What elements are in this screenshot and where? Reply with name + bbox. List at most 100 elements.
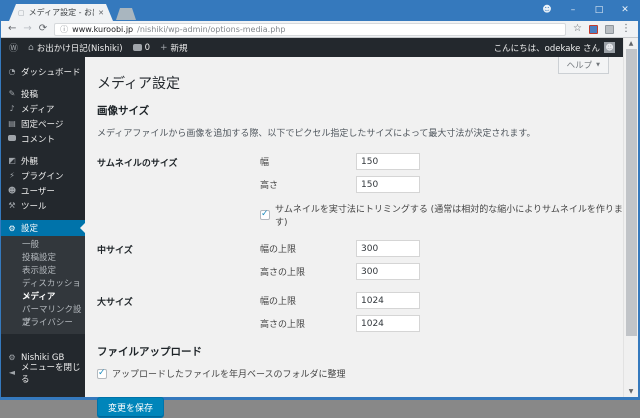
save-changes-button[interactable]: 変更を保存 — [97, 397, 165, 418]
bookmark-star-icon[interactable]: ☆ — [573, 24, 582, 34]
large-size-label: 大サイズ — [97, 298, 133, 308]
sidebar-label: ツール — [21, 201, 47, 212]
chevron-down-icon: ▼ — [596, 62, 600, 68]
help-label: ヘルプ — [566, 61, 593, 71]
minimize-button[interactable]: – — [560, 0, 586, 21]
sidebar-footer: ⚙ Nishiki GB ◄ メニューを閉じる — [1, 350, 85, 385]
large-width-label: 幅の上限 — [260, 297, 297, 307]
large-height-label: 高さの上限 — [260, 320, 306, 330]
wp-admin-bar: Ⓦ ⌂ お出かけ日記(Nishiki) 0 + 新規 こんにちは、odekake… — [1, 38, 623, 57]
appearance-brush-icon: ◩ — [8, 156, 16, 165]
thumbnail-width-input[interactable] — [356, 153, 420, 170]
organize-checkbox-label: アップロードしたファイルを年月ベースのフォルダに整理 — [112, 370, 346, 380]
avatar[interactable]: ☻ — [604, 42, 615, 53]
tools-icon: ⚒ — [8, 201, 16, 210]
extension-icon[interactable] — [589, 24, 598, 34]
settings-submenu: 一般 投稿設定 表示設定 ディスカッション メディア パーマリンク設定 プライバ… — [1, 236, 85, 334]
medium-width-label: 幅の上限 — [260, 245, 297, 255]
help-dropdown[interactable]: ヘルプ ▼ — [557, 57, 609, 74]
maximize-button[interactable]: □ — [586, 0, 612, 21]
sidebar-item-tools[interactable]: ⚒ ツール — [1, 198, 85, 213]
collapse-menu-button[interactable]: ◄ メニューを閉じる — [1, 363, 85, 385]
page-icon: ▢ — [18, 8, 25, 17]
image-size-heading: 画像サイズ — [97, 105, 150, 117]
scrollbar-track[interactable] — [624, 49, 638, 386]
thumbnail-height-label: 高さ — [260, 181, 279, 191]
organize-checkbox[interactable] — [97, 368, 107, 379]
sidebar-item-pages[interactable]: ▤ 固定ページ — [1, 116, 85, 131]
thumbnail-height-input[interactable] — [356, 176, 420, 193]
sidebar-item-posts[interactable]: ✎ 投稿 — [1, 86, 85, 101]
new-tab-button[interactable] — [116, 8, 136, 20]
sidebar-item-appearance[interactable]: ◩ 外観 — [1, 153, 85, 168]
settings-gear-icon: ⚙ — [8, 223, 16, 233]
wp-admin-page: Ⓦ ⌂ お出かけ日記(Nishiki) 0 + 新規 こんにちは、odekake… — [1, 38, 623, 418]
submenu-item-writing[interactable]: 投稿設定 — [1, 252, 85, 265]
window-controls: ☻ – □ ✕ — [534, 0, 638, 21]
uploads-heading: ファイルアップロード — [97, 346, 202, 358]
info-icon[interactable]: ⓘ — [60, 24, 68, 35]
wp-body: ◔ ダッシュボード ✎ 投稿 ♪ メディア ▤ 固定ページ コメント ◩ 外観 … — [1, 57, 623, 418]
submenu-item-media[interactable]: メディア — [1, 291, 85, 304]
admin-bar-right: こんにちは、odekake さん ☻ — [494, 42, 615, 54]
comments-icon — [7, 134, 17, 143]
comments-link[interactable]: 0 — [132, 42, 150, 53]
sidebar-label: メニューを閉じる — [21, 362, 81, 385]
sidebar-label: 投稿 — [21, 89, 39, 100]
media-icon: ♪ — [9, 104, 15, 113]
thumbnail-size-label: サムネイルのサイズ — [97, 159, 178, 169]
back-icon[interactable]: ← — [8, 24, 16, 34]
plugin-icon: ⚡ — [9, 171, 15, 180]
users-icon: ☻ — [7, 186, 17, 195]
sidebar-item-plugins[interactable]: ⚡ プラグイン — [1, 168, 85, 183]
browser-tab[interactable]: ▢ メディア設定 - お出かけ日記 ✕ — [9, 4, 113, 21]
submenu-item-discussion[interactable]: ディスカッション — [1, 278, 85, 302]
site-name-link[interactable]: ⌂ お出かけ日記(Nishiki) — [28, 42, 123, 54]
sidebar-label: ダッシュボード — [21, 67, 81, 78]
menu-dots-icon[interactable]: ⋮ — [621, 24, 631, 34]
reload-icon[interactable]: ⟳ — [39, 24, 47, 34]
browser-titlebar: ▢ メディア設定 - お出かけ日記 ✕ ☻ – □ ✕ — [1, 0, 638, 21]
crop-checkbox[interactable] — [260, 209, 270, 220]
forward-icon[interactable]: → — [23, 24, 31, 34]
site-name: お出かけ日記(Nishiki) — [36, 43, 123, 54]
submenu-item-permalinks[interactable]: パーマリンク設定 — [1, 304, 85, 328]
camera-extension-icon[interactable] — [605, 24, 614, 34]
thumbnail-width-label: 幅 — [260, 158, 270, 168]
comment-count: 0 — [144, 42, 150, 53]
vertical-scrollbar[interactable]: ▲ ▼ — [623, 38, 638, 397]
large-width-input[interactable] — [356, 292, 420, 309]
medium-height-input[interactable] — [356, 263, 420, 280]
tab-close-icon[interactable]: ✕ — [98, 9, 104, 17]
medium-height-label: 高さの上限 — [260, 268, 306, 278]
sidebar-item-comments[interactable]: コメント — [1, 131, 85, 146]
submenu-item-reading[interactable]: 表示設定 — [1, 265, 85, 278]
scroll-up-icon[interactable]: ▲ — [629, 38, 634, 49]
submenu-item-privacy[interactable]: プライバシー — [1, 317, 85, 330]
pages-icon: ▤ — [8, 119, 16, 128]
profile-icon[interactable]: ☻ — [534, 0, 560, 21]
user-greeting[interactable]: こんにちは、odekake さん — [494, 42, 600, 54]
sidebar-label: ユーザー — [21, 186, 55, 197]
plus-icon: + — [159, 42, 168, 53]
large-height-input[interactable] — [356, 315, 420, 332]
browser-window: ▢ メディア設定 - お出かけ日記 ✕ ☻ – □ ✕ ← → ⟳ ⓘ www.… — [0, 0, 640, 418]
address-bar[interactable]: ⓘ www.kuroobi.jp/nishiki/wp-admin/option… — [54, 22, 567, 36]
sidebar-label: コメント — [21, 134, 56, 145]
sidebar-item-users[interactable]: ☻ ユーザー — [1, 183, 85, 198]
sidebar-item-dashboard[interactable]: ◔ ダッシュボード — [1, 64, 85, 79]
scrollbar-thumb[interactable] — [625, 49, 637, 336]
media-settings-content: ヘルプ ▼ メディア設定 画像サイズ メディアファイルから画像を追加する際、以下… — [85, 57, 623, 418]
collapse-arrow-icon: ◄ — [8, 368, 16, 377]
sidebar-item-settings[interactable]: ⚙ 設定 — [1, 220, 85, 236]
wordpress-logo-icon[interactable]: Ⓦ — [9, 41, 18, 54]
scroll-down-icon[interactable]: ▼ — [629, 386, 634, 397]
browser-viewport: Ⓦ ⌂ お出かけ日記(Nishiki) 0 + 新規 こんにちは、odekake… — [1, 38, 638, 418]
submenu-item-general[interactable]: 一般 — [1, 239, 85, 252]
medium-width-input[interactable] — [356, 240, 420, 257]
new-content-link[interactable]: + 新規 — [160, 42, 188, 54]
close-button[interactable]: ✕ — [612, 0, 638, 21]
sidebar-item-media[interactable]: ♪ メディア — [1, 101, 85, 116]
sidebar-label: 設定 — [21, 224, 39, 234]
sidebar-label: メディア — [21, 104, 55, 115]
